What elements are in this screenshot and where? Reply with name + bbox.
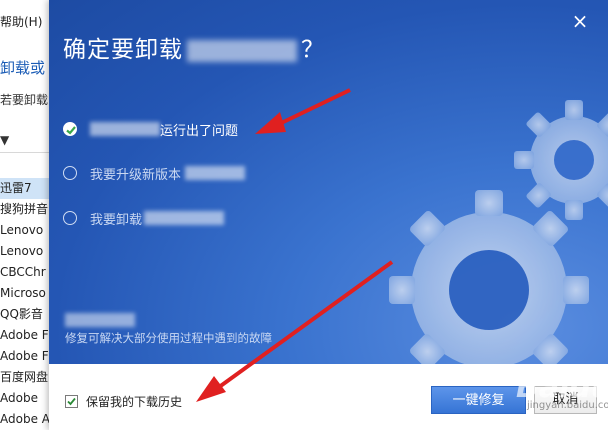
watermark-url: jingyan.baidu.com: [527, 400, 608, 411]
sort-dropdown[interactable]: ▼: [0, 133, 9, 147]
redacted-text: [144, 211, 225, 225]
uninstall-description: 若要卸载: [0, 93, 49, 107]
keep-history-checkbox[interactable]: [65, 395, 78, 408]
option-problem[interactable]: 运行出了问题: [63, 118, 238, 140]
gears-illustration: [389, 100, 608, 364]
keep-history-option[interactable]: 保留我的下载历史: [65, 393, 182, 410]
option-uninstall-label: 我要卸载: [90, 212, 143, 228]
title-prefix: 确定要卸载: [63, 37, 183, 63]
option-upgrade-label: 我要升级新版本: [90, 167, 182, 183]
redacted-text: [65, 313, 135, 327]
option-problem-label: 运行出了问题: [160, 123, 239, 139]
radio-icon[interactable]: [63, 166, 77, 180]
redacted-text: [90, 122, 160, 136]
check-icon[interactable]: [63, 122, 77, 136]
dialog-title: 确定要卸载 ？: [63, 30, 325, 64]
title-suffix: ？: [301, 37, 325, 63]
repair-button[interactable]: 一键修复: [431, 386, 526, 414]
redacted-app-name: [187, 39, 297, 62]
option-upgrade[interactable]: 我要升级新版本: [63, 162, 246, 184]
repair-description: 修复可解决大部分使用过程中遇到的故障: [65, 331, 272, 345]
uninstall-dialog: 确定要卸载 ？ × 运行出了问题 我要升级新版本 我要卸载 修复可解决大部分使用过…: [49, 0, 608, 430]
close-icon[interactable]: ×: [567, 8, 593, 34]
uninstall-link[interactable]: 卸载或: [0, 57, 45, 78]
radio-icon[interactable]: [63, 211, 77, 225]
redacted-text: [185, 166, 246, 180]
menu-help[interactable]: 帮助(H): [0, 13, 42, 30]
keep-history-label: 保留我的下载历史: [86, 395, 183, 409]
option-uninstall[interactable]: 我要卸载: [63, 207, 225, 229]
